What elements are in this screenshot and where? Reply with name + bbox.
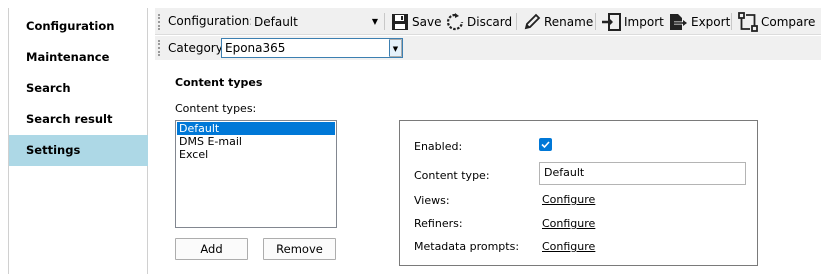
sidebar-item-maintenance[interactable]: Maintenance xyxy=(9,42,148,73)
toolbar-separator xyxy=(516,13,517,30)
toolbar-separator xyxy=(731,13,732,30)
content-types-label: Content types: xyxy=(175,102,257,115)
sidebar-item-search[interactable]: Search xyxy=(9,73,148,104)
add-button[interactable]: Add xyxy=(175,238,248,260)
checkmark-icon xyxy=(541,141,550,149)
compare-icon xyxy=(738,11,758,32)
configuration-toolbar: Configuration: Default ▼ Save Discard Re… xyxy=(155,8,821,35)
chevron-down-icon[interactable]: ▼ xyxy=(389,39,402,57)
category-select[interactable]: Epona365 ▼ xyxy=(221,38,403,58)
list-item[interactable]: Excel xyxy=(177,148,335,161)
views-label: Views: xyxy=(414,194,450,207)
refiners-label: Refiners: xyxy=(414,217,463,230)
toolbar-grip[interactable] xyxy=(158,14,161,30)
content-type-label: Content type: xyxy=(414,169,490,182)
export-icon xyxy=(668,13,688,31)
discard-label: Discard xyxy=(467,14,513,29)
configuration-label: Configuration: xyxy=(168,14,254,28)
list-item[interactable]: Default xyxy=(177,122,335,135)
sidebar-item-configuration[interactable]: Configuration xyxy=(9,11,148,42)
import-label: Import xyxy=(624,14,664,29)
configuration-select-value: Default xyxy=(254,15,298,29)
pencil-icon xyxy=(523,13,541,31)
import-icon xyxy=(601,12,621,31)
category-toolbar: Category: Epona365 ▼ xyxy=(155,36,821,60)
discard-button[interactable]: Discard xyxy=(446,11,512,32)
configuration-select[interactable]: Default ▼ xyxy=(251,12,381,32)
toolbar-grip[interactable] xyxy=(158,40,161,56)
category-label: Category: xyxy=(168,41,226,55)
toolbar-separator xyxy=(595,13,596,30)
sidebar-item-search-result-types[interactable]: Search result types xyxy=(9,104,148,157)
save-label: Save xyxy=(412,14,442,29)
metadata-prompts-configure-link[interactable]: Configure xyxy=(542,240,595,253)
refiners-configure-link[interactable]: Configure xyxy=(542,217,595,230)
toolbar-separator xyxy=(384,13,385,30)
chevron-down-icon: ▼ xyxy=(371,17,378,26)
rename-button[interactable]: Rename xyxy=(523,11,593,32)
compare-button[interactable]: Compare xyxy=(738,11,815,32)
import-button[interactable]: Import xyxy=(601,11,664,32)
content-types-list[interactable]: Default DMS E-mail Excel xyxy=(175,120,337,228)
discard-icon xyxy=(446,12,464,31)
sidebar: Configuration Maintenance Search Search … xyxy=(8,8,148,274)
category-select-value: Epona365 xyxy=(225,41,286,55)
section-title: Content types xyxy=(175,76,263,89)
rename-label: Rename xyxy=(544,14,594,29)
export-button[interactable]: Export xyxy=(668,11,730,32)
enabled-checkbox[interactable] xyxy=(539,138,552,151)
compare-label: Compare xyxy=(761,14,816,29)
views-configure-link[interactable]: Configure xyxy=(542,193,595,206)
sidebar-item-settings[interactable]: Settings xyxy=(9,135,148,166)
save-button[interactable]: Save xyxy=(391,11,441,32)
export-label: Export xyxy=(691,14,731,29)
list-item[interactable]: DMS E-mail xyxy=(177,135,335,148)
content-type-details-panel: Enabled: Content type: Default Views: Co… xyxy=(399,120,758,266)
metadata-prompts-label: Metadata prompts: xyxy=(414,240,520,253)
remove-button[interactable]: Remove xyxy=(263,238,336,260)
enabled-label: Enabled: xyxy=(414,140,463,153)
save-icon xyxy=(391,13,409,31)
content-type-input[interactable]: Default xyxy=(539,162,746,185)
